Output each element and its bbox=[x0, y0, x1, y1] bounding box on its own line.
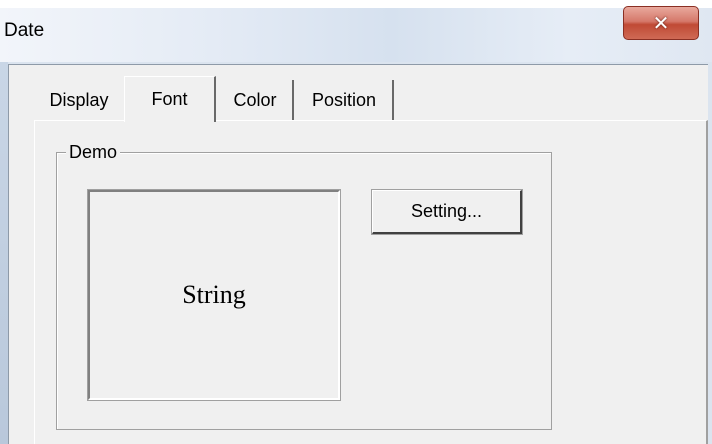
title-bar-edge bbox=[0, 0, 712, 8]
tab-color-label: Color bbox=[233, 89, 277, 110]
setting-button[interactable]: Setting... bbox=[371, 189, 523, 235]
tab-color[interactable]: Color bbox=[218, 80, 294, 120]
title-bar: Date ✕ bbox=[0, 0, 712, 62]
font-preview-text: String bbox=[182, 280, 246, 309]
tab-font-label: Font bbox=[151, 89, 188, 109]
close-icon: ✕ bbox=[652, 11, 670, 35]
tab-display[interactable]: Display bbox=[34, 80, 124, 120]
window-left-edge bbox=[0, 62, 8, 444]
setting-button-label: Setting... bbox=[410, 201, 483, 221]
tab-position[interactable]: Position bbox=[296, 80, 394, 120]
close-button[interactable]: ✕ bbox=[623, 6, 699, 40]
demo-group-label: Demo bbox=[66, 142, 121, 163]
tab-font[interactable]: Font bbox=[124, 76, 216, 122]
font-preview-box: String bbox=[87, 189, 341, 401]
tab-position-label: Position bbox=[311, 89, 377, 110]
window-title: Date bbox=[4, 20, 45, 41]
tab-display-label: Display bbox=[49, 89, 109, 110]
